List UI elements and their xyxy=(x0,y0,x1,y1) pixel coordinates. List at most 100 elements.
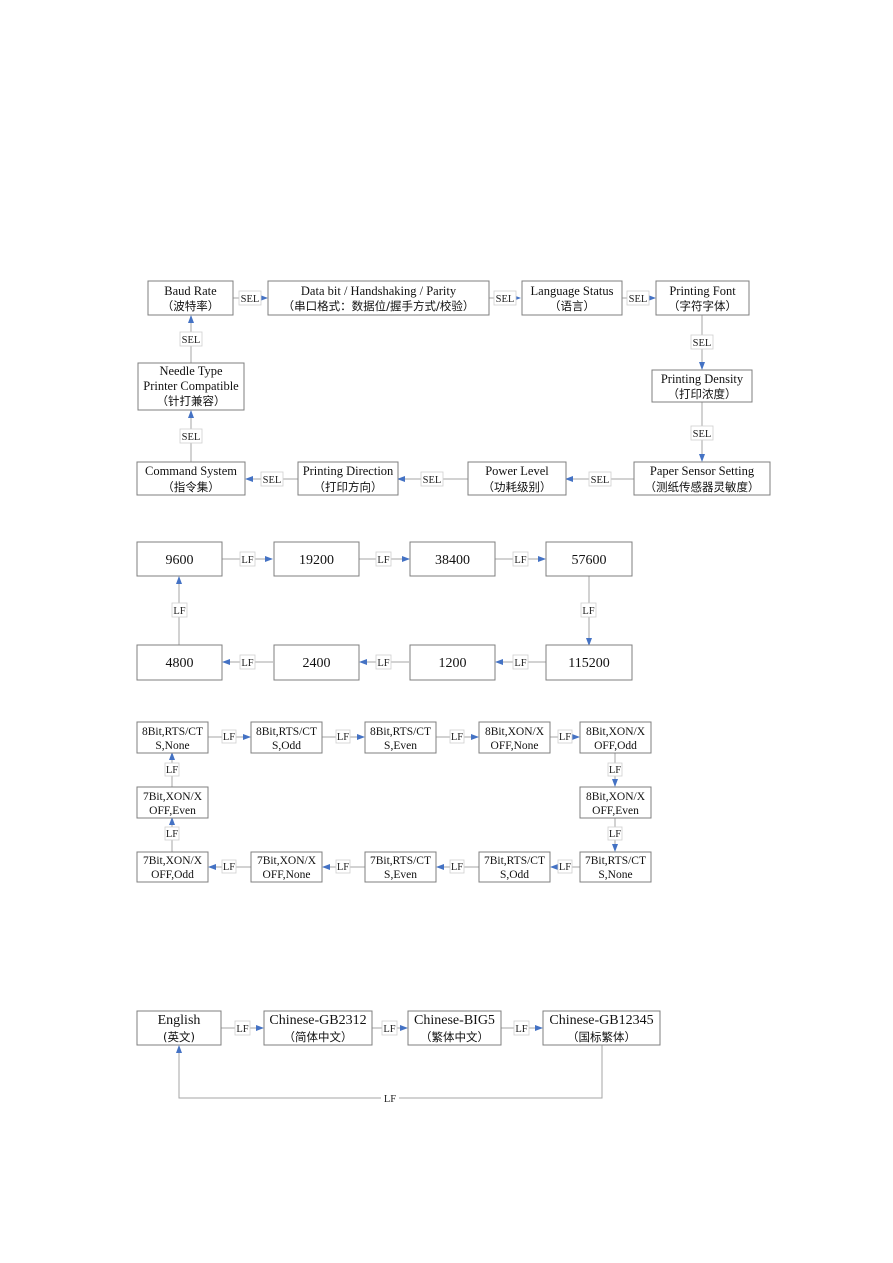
svg-text:LF: LF xyxy=(337,732,349,743)
baud-node-38400: 38400 xyxy=(409,541,496,577)
svg-text:（打印方向）: （打印方向） xyxy=(314,480,383,494)
format-node: 8Bit,RTS/CT S,Odd xyxy=(250,721,323,754)
language-cycle-diagram: LF LF LF LF English (英文) Chinese-GB2312 … xyxy=(136,1010,661,1105)
language-node-gb12345: Chinese-GB12345 （国标繁体） xyxy=(542,1010,661,1046)
svg-text:57600: 57600 xyxy=(572,553,607,568)
svg-text:Printing Density: Printing Density xyxy=(661,372,744,386)
svg-text:S,None: S,None xyxy=(598,869,632,881)
baud-node-115200: 115200 xyxy=(545,644,633,681)
lf-label: LF xyxy=(239,551,256,567)
menu-node-language-status: Language Status （语言） xyxy=(521,280,623,316)
sel-label: SEL xyxy=(179,428,203,444)
svg-text:2400: 2400 xyxy=(303,656,331,671)
svg-text:SEL: SEL xyxy=(591,475,610,486)
svg-text:OFF,Even: OFF,Even xyxy=(149,805,196,817)
lf-label: LF xyxy=(375,654,392,670)
svg-text:SEL: SEL xyxy=(182,335,201,346)
lf-label: LF xyxy=(512,551,529,567)
menu-node-paper-sensor: Paper Sensor Setting （测纸传感器灵敏度） xyxy=(633,461,771,496)
language-node-gb2312: Chinese-GB2312 （简体中文） xyxy=(263,1010,373,1046)
format-node: 8Bit,RTS/CT S,Even xyxy=(364,721,437,754)
svg-text:7Bit,RTS/CT: 7Bit,RTS/CT xyxy=(585,855,646,867)
connector-arrow-return xyxy=(176,1045,603,1099)
lf-label: LF xyxy=(239,654,256,670)
svg-text:LF: LF xyxy=(166,829,178,840)
baud-connectors xyxy=(176,556,592,665)
baud-node-57600: 57600 xyxy=(545,541,633,577)
svg-text:（打印浓度）: （打印浓度） xyxy=(668,387,737,401)
svg-text:4800: 4800 xyxy=(166,656,194,671)
sel-label: SEL xyxy=(238,290,262,306)
svg-text:OFF,Odd: OFF,Odd xyxy=(151,869,194,881)
svg-text:（串口格式：数据位/握手方式/校验）: （串口格式：数据位/握手方式/校验） xyxy=(283,299,475,313)
svg-text:Baud Rate: Baud Rate xyxy=(164,284,217,298)
baud-connector-labels: LF LF LF LF LF LF LF LF xyxy=(171,551,597,670)
svg-text:19200: 19200 xyxy=(299,553,334,568)
svg-text:Needle Type: Needle Type xyxy=(159,364,223,378)
svg-text:(英文): (英文) xyxy=(163,1030,195,1044)
menu-node-baud-rate: Baud Rate （波特率） xyxy=(147,280,234,316)
svg-text:SEL: SEL xyxy=(182,432,201,443)
lf-label: LF xyxy=(449,729,465,744)
language-node-big5: Chinese-BIG5 （繁体中文） xyxy=(407,1010,502,1046)
svg-text:LF: LF xyxy=(241,555,253,566)
format-node: 8Bit,RTS/CT S,None xyxy=(136,721,209,754)
svg-text:SEL: SEL xyxy=(423,475,442,486)
svg-text:（波特率）: （波特率） xyxy=(162,299,220,313)
svg-text:8Bit,RTS/CT: 8Bit,RTS/CT xyxy=(370,726,431,738)
svg-text:OFF,None: OFF,None xyxy=(263,869,311,881)
svg-text:LF: LF xyxy=(559,862,571,873)
language-node-english: English (英文) xyxy=(136,1010,222,1046)
menu-connector-labels: SEL SEL SEL SEL SEL SEL SEL SEL SEL SEL xyxy=(179,290,714,487)
lf-label: LF xyxy=(221,729,237,744)
menu-node-command-system: Command System （指令集） xyxy=(136,461,246,496)
svg-text:（功耗级别）: （功耗级别） xyxy=(483,480,552,494)
svg-text:S,Odd: S,Odd xyxy=(272,740,301,752)
svg-text:LF: LF xyxy=(166,765,178,776)
lf-label: LF xyxy=(335,859,351,874)
lf-label: LF xyxy=(171,602,188,618)
svg-text:LF: LF xyxy=(515,1024,527,1035)
svg-text:Language Status: Language Status xyxy=(531,284,614,298)
lf-label: LF xyxy=(557,729,573,744)
svg-text:8Bit,XON/X: 8Bit,XON/X xyxy=(485,726,545,738)
lf-label: LF xyxy=(164,826,180,841)
menu-node-printing-density: Printing Density （打印浓度） xyxy=(651,369,753,403)
svg-text:Data bit / Handshaking / Parit: Data bit / Handshaking / Parity xyxy=(301,284,457,298)
svg-text:Chinese-GB12345: Chinese-GB12345 xyxy=(549,1013,653,1028)
svg-text:7Bit,XON/X: 7Bit,XON/X xyxy=(257,855,317,867)
svg-text:OFF,Even: OFF,Even xyxy=(592,805,639,817)
format-node: 8Bit,XON/X OFF,Odd xyxy=(579,721,652,754)
svg-text:Chinese-GB2312: Chinese-GB2312 xyxy=(269,1013,366,1028)
svg-text:8Bit,XON/X: 8Bit,XON/X xyxy=(586,726,646,738)
svg-text:38400: 38400 xyxy=(435,553,470,568)
lf-label: LF xyxy=(580,602,597,618)
lf-label: LF xyxy=(221,859,237,874)
svg-text:SEL: SEL xyxy=(693,338,712,349)
svg-text:LF: LF xyxy=(241,658,253,669)
svg-text:LF: LF xyxy=(236,1024,248,1035)
format-node: 8Bit,XON/X OFF,None xyxy=(478,721,551,754)
data-format-cycle-diagram: LF LF LF LF LF LF LF LF LF LF LF LF 8Bit… xyxy=(136,721,652,883)
sel-label: SEL xyxy=(626,290,650,306)
menu-node-needle-type: Needle Type Printer Compatible （针打兼容） xyxy=(137,362,245,411)
svg-text:LF: LF xyxy=(377,555,389,566)
svg-text:LF: LF xyxy=(383,1024,395,1035)
svg-text:7Bit,XON/X: 7Bit,XON/X xyxy=(143,791,203,803)
lf-label: LF xyxy=(335,729,351,744)
lf-label: LF xyxy=(512,654,529,670)
format-connectors xyxy=(169,734,618,870)
svg-text:Chinese-BIG5: Chinese-BIG5 xyxy=(414,1013,495,1028)
format-node: 7Bit,XON/X OFF,Even xyxy=(136,786,209,819)
svg-text:SEL: SEL xyxy=(629,294,648,305)
svg-text:7Bit,RTS/CT: 7Bit,RTS/CT xyxy=(484,855,545,867)
svg-text:（字符字体）: （字符字体） xyxy=(668,299,737,313)
svg-text:Paper Sensor Setting: Paper Sensor Setting xyxy=(650,464,755,478)
lf-label: LF xyxy=(381,1020,398,1036)
lf-label: LF xyxy=(375,551,392,567)
lf-label: LF xyxy=(607,762,623,777)
svg-text:LF: LF xyxy=(223,862,235,873)
svg-text:Printing Direction: Printing Direction xyxy=(303,464,394,478)
svg-text:（指令集）: （指令集） xyxy=(162,480,220,494)
svg-text:SEL: SEL xyxy=(693,429,712,440)
